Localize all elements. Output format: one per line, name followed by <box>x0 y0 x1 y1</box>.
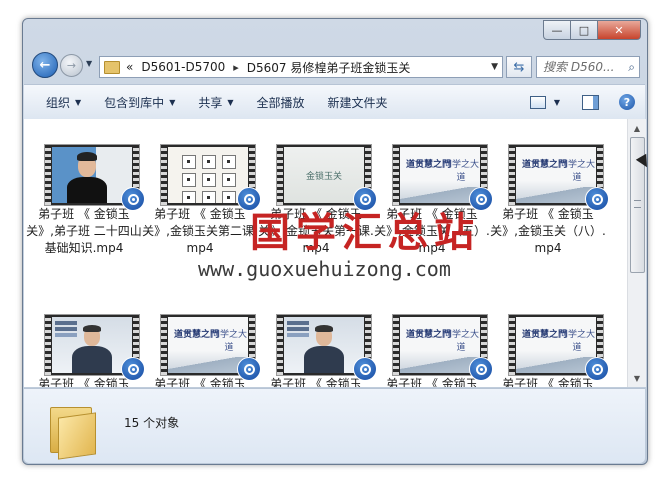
video-thumbnail <box>160 144 261 211</box>
video-thumbnail <box>44 314 145 381</box>
calligraphy-text: 问学之大道 <box>558 160 595 183</box>
item-count: 15 个对象 <box>124 416 180 430</box>
play-all-label: 全部播放 <box>256 95 305 110</box>
media-player-icon <box>237 357 261 381</box>
video-thumbnail: 金锁玉关 <box>276 144 377 211</box>
media-player-icon <box>121 187 145 211</box>
share-label: 共享 <box>198 95 223 110</box>
chevron-down-icon: ▼ <box>227 97 234 107</box>
file-name: 弟子班 《 金锁玉关》,弟子班 二十四山 基础知识.mp4 <box>26 207 142 255</box>
scroll-up-button[interactable]: ▲ <box>628 120 646 136</box>
breadcrumb-segment-2[interactable]: D5607 易修楻弟子班金锁玉关 <box>247 59 411 76</box>
file-name: 弟子班 《 金锁玉关》,金锁玉关（八）.mp4 <box>490 207 606 255</box>
new-folder-label: 新建文件夹 <box>327 95 388 110</box>
video-thumbnail <box>276 314 377 381</box>
media-player-icon <box>585 187 609 211</box>
organize-menu[interactable]: 组织 ▼ <box>46 94 81 111</box>
video-thumbnail: 道贯慧之門 问学之大道 <box>508 314 609 381</box>
video-thumbnail: 道贯慧之門 问学之大道 <box>160 314 261 381</box>
breadcrumb-segment-1[interactable]: D5601-D5700 <box>141 60 225 74</box>
breadcrumb-separator[interactable]: ▸ <box>233 61 239 74</box>
chevron-down-icon: ▼ <box>169 97 176 107</box>
video-thumbnail: 道贯慧之門 问学之大道 <box>508 144 609 211</box>
details-pane: 15 个对象 <box>24 388 645 463</box>
calligraphy-text: 问学之大道 <box>558 330 595 353</box>
forward-button[interactable]: → <box>60 54 83 77</box>
search-box[interactable]: ⌕ <box>536 56 640 78</box>
preview-pane-icon[interactable] <box>582 94 599 110</box>
change-view-icon[interactable] <box>529 95 546 109</box>
back-button[interactable]: ← <box>32 52 58 78</box>
video-thumbnail: 道贯慧之門 问学之大道 <box>392 314 493 381</box>
watermark-url: www.guoxuehuizong.com <box>198 257 451 281</box>
calligraphy-text: 问学之大道 <box>210 330 247 353</box>
share-menu[interactable]: 共享 ▼ <box>198 94 233 111</box>
command-bar: 组织 ▼ 包含到库中 ▼ 共享 ▼ 全部播放 新建文件夹 ▼ ? <box>24 84 645 120</box>
media-player-icon <box>469 357 493 381</box>
address-bar[interactable]: « D5601-D5700 ▸ D5607 易修楻弟子班金锁玉关 ▼ <box>99 56 503 78</box>
address-history-dropdown[interactable]: ▼ <box>491 62 498 72</box>
media-player-icon <box>585 357 609 381</box>
address-overflow[interactable]: « <box>126 60 133 74</box>
media-player-icon <box>121 357 145 381</box>
help-icon[interactable]: ? <box>619 94 635 110</box>
media-player-icon <box>237 187 261 211</box>
view-options-dropdown[interactable]: ▼ <box>554 98 560 107</box>
arrow-left-icon: ← <box>39 57 51 73</box>
folder-icon <box>46 405 104 460</box>
close-button[interactable]: ✕ <box>598 20 641 40</box>
thumbnail-title: 金锁玉关 <box>305 171 342 182</box>
refresh-button[interactable]: ⇆ <box>506 56 532 78</box>
new-folder-button[interactable]: 新建文件夹 <box>328 94 388 111</box>
calligraphy-text: 问学之大道 <box>442 330 479 353</box>
media-player-icon <box>469 187 493 211</box>
media-player-icon <box>353 187 377 211</box>
include-in-library-label: 包含到库中 <box>104 95 165 110</box>
scroll-down-button[interactable]: ▼ <box>628 370 646 386</box>
refresh-icon: ⇆ <box>513 59 525 75</box>
maximize-button[interactable]: □ <box>571 20 598 40</box>
video-thumbnail: 道贯慧之門 问学之大道 <box>392 144 493 211</box>
play-all-button[interactable]: 全部播放 <box>257 94 305 111</box>
video-thumbnail <box>44 144 145 211</box>
search-icon[interactable]: ⌕ <box>628 60 635 75</box>
recent-pages-dropdown[interactable]: ▼ <box>86 59 92 68</box>
include-in-library-menu[interactable]: 包含到库中 ▼ <box>104 94 175 111</box>
folder-icon <box>104 60 120 74</box>
file-name: 弟子班 《 金锁玉关》,金锁玉关第二课.mp4 <box>142 207 258 255</box>
chevron-down-icon: ▼ <box>75 97 82 107</box>
minimize-button[interactable]: — <box>543 20 571 40</box>
search-input[interactable] <box>543 60 621 74</box>
caption-buttons: — □ ✕ <box>543 20 641 40</box>
calligraphy-text: 问学之大道 <box>442 160 479 183</box>
media-player-icon <box>353 357 377 381</box>
organize-label: 组织 <box>46 95 71 110</box>
arrow-right-icon: → <box>66 59 77 72</box>
